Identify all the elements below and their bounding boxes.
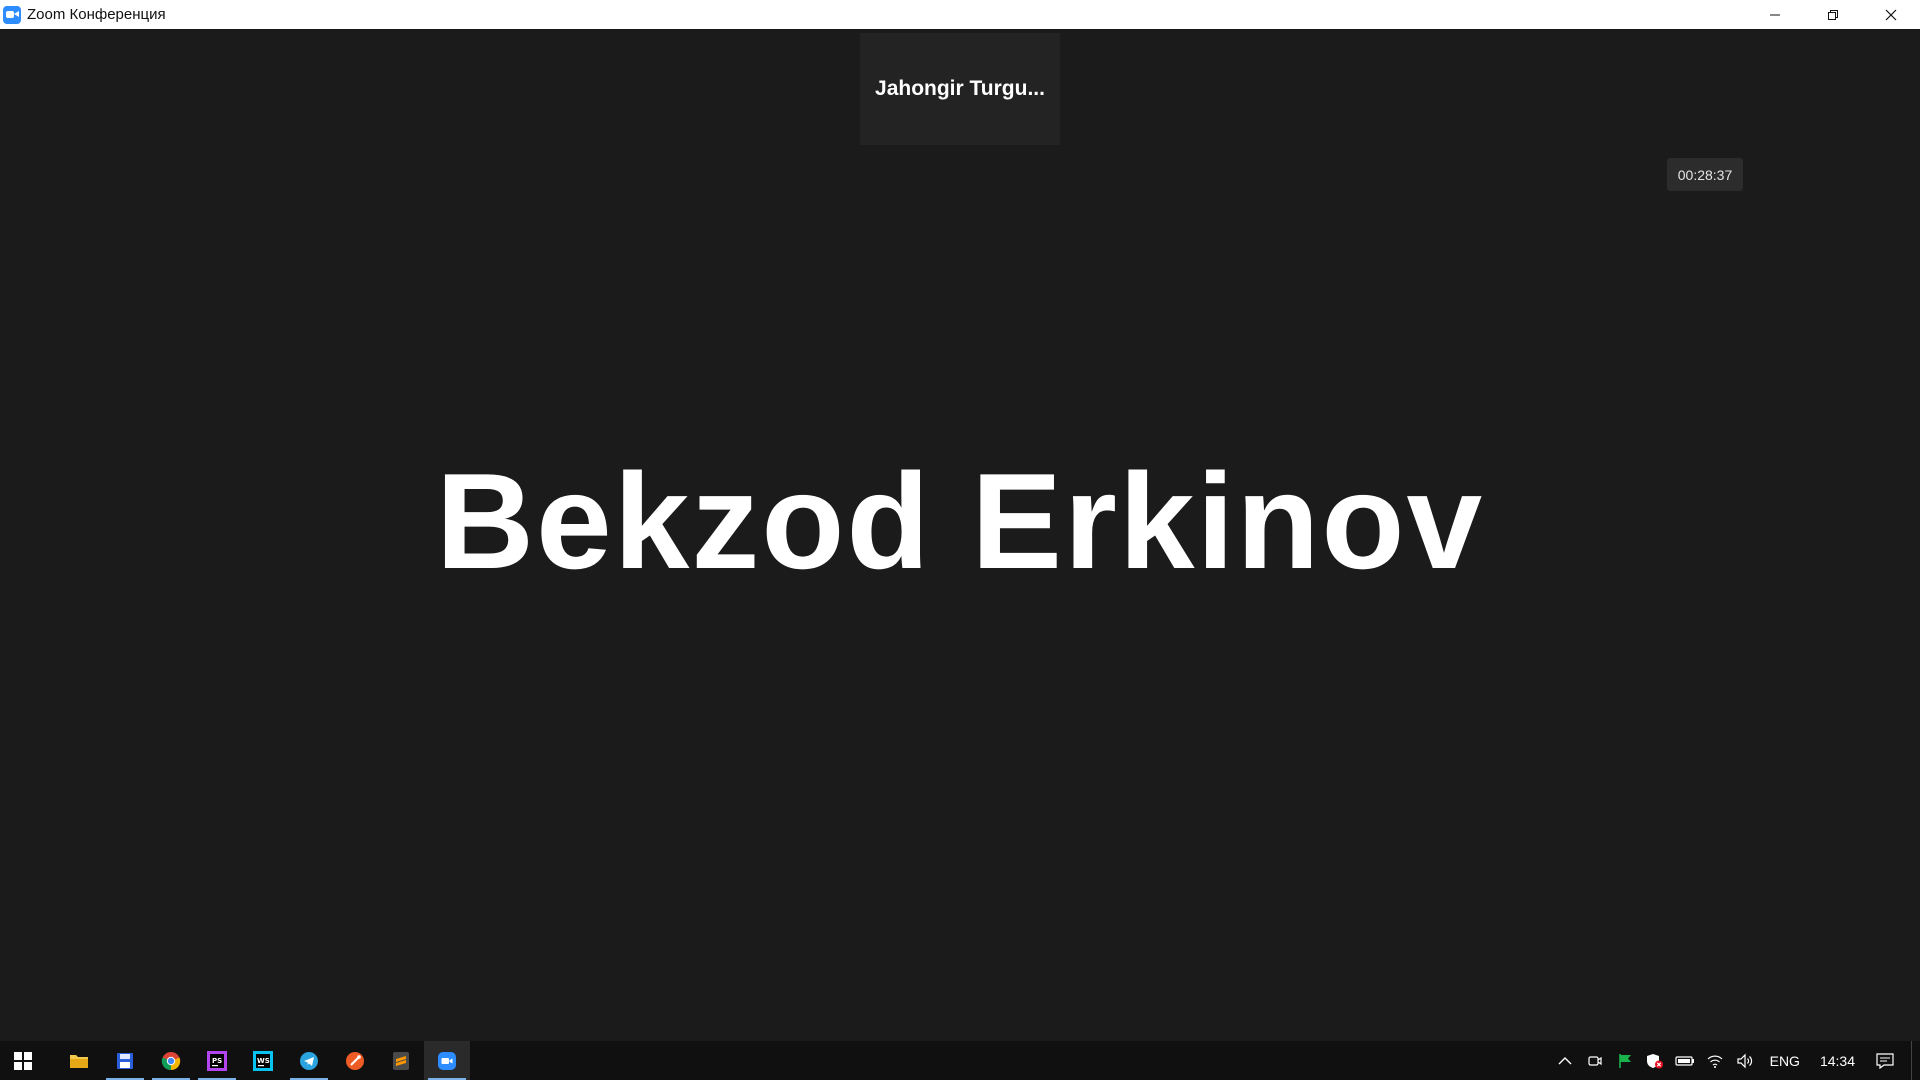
close-icon [1885, 9, 1897, 20]
taskbar-sublime-text[interactable] [378, 1041, 424, 1080]
tray-battery[interactable] [1670, 1041, 1700, 1080]
start-button[interactable] [0, 1041, 46, 1080]
window-controls [1746, 0, 1920, 29]
phpstorm-icon: PS [207, 1050, 227, 1071]
taskbar-zoom[interactable] [424, 1041, 470, 1080]
taskbar-clock[interactable]: 14:34 [1810, 1053, 1865, 1069]
taskbar-chrome[interactable] [148, 1041, 194, 1080]
taskbar-telegram[interactable] [286, 1041, 332, 1080]
windows-icon [14, 1051, 32, 1070]
show-hidden-icons-button[interactable] [1550, 1041, 1580, 1080]
svg-text:PS: PS [212, 1057, 222, 1065]
minimize-button[interactable] [1746, 0, 1804, 29]
speaker-icon [1737, 1053, 1752, 1068]
sublime-icon [393, 1051, 409, 1070]
input-language[interactable]: ENG [1760, 1053, 1810, 1069]
shield-icon [1646, 1053, 1663, 1068]
title-bar: Zoom Конференция [0, 0, 1920, 29]
notifications-icon [1876, 1052, 1894, 1069]
taskbar: PS WS ENG 14:34 [0, 1041, 1920, 1080]
battery-icon [1675, 1055, 1694, 1066]
chevron-up-icon [1558, 1056, 1572, 1064]
tray-security[interactable] [1640, 1041, 1670, 1080]
taskbar-save-app[interactable] [102, 1041, 148, 1080]
show-desktop-button[interactable] [1911, 1041, 1920, 1080]
taskbar-postman[interactable] [332, 1041, 378, 1080]
flag-icon [1618, 1053, 1631, 1068]
tray-flag[interactable] [1610, 1041, 1640, 1080]
taskbar-file-explorer[interactable] [56, 1041, 102, 1080]
taskbar-phpstorm[interactable]: PS [194, 1041, 240, 1080]
wifi-icon [1707, 1055, 1723, 1068]
telegram-icon [300, 1051, 318, 1070]
restore-icon [1828, 9, 1838, 20]
system-tray: ENG 14:34 [1550, 1041, 1920, 1080]
camera-icon [1588, 1055, 1602, 1066]
webstorm-icon: WS [253, 1050, 273, 1071]
tray-meet-now[interactable] [1580, 1041, 1610, 1080]
zoom-icon [438, 1051, 456, 1070]
meeting-timer: 00:28:37 [1667, 158, 1743, 191]
tray-network[interactable] [1700, 1041, 1730, 1080]
folder-icon [70, 1054, 88, 1068]
zoom-logo-icon [3, 5, 21, 24]
active-speaker-name: Bekzod Erkinov [435, 445, 1485, 597]
action-center-button[interactable] [1865, 1041, 1905, 1080]
svg-text:WS: WS [257, 1057, 270, 1065]
taskbar-webstorm[interactable]: WS [240, 1041, 286, 1080]
restore-button[interactable] [1804, 0, 1862, 29]
tray-volume[interactable] [1730, 1041, 1760, 1080]
participant-thumbnail[interactable]: Jahongir Turgu... [860, 33, 1060, 145]
thumbnail-participant-name: Jahongir Turgu... [875, 77, 1045, 100]
chrome-icon [161, 1051, 181, 1070]
meeting-view: Jahongir Turgu... 00:28:37 Bekzod Erkino… [0, 29, 1920, 1041]
floppy-icon [117, 1052, 133, 1069]
window-title: Zoom Конференция [27, 6, 166, 23]
minimize-icon [1770, 14, 1780, 15]
close-button[interactable] [1862, 0, 1920, 29]
postman-icon [346, 1051, 364, 1070]
